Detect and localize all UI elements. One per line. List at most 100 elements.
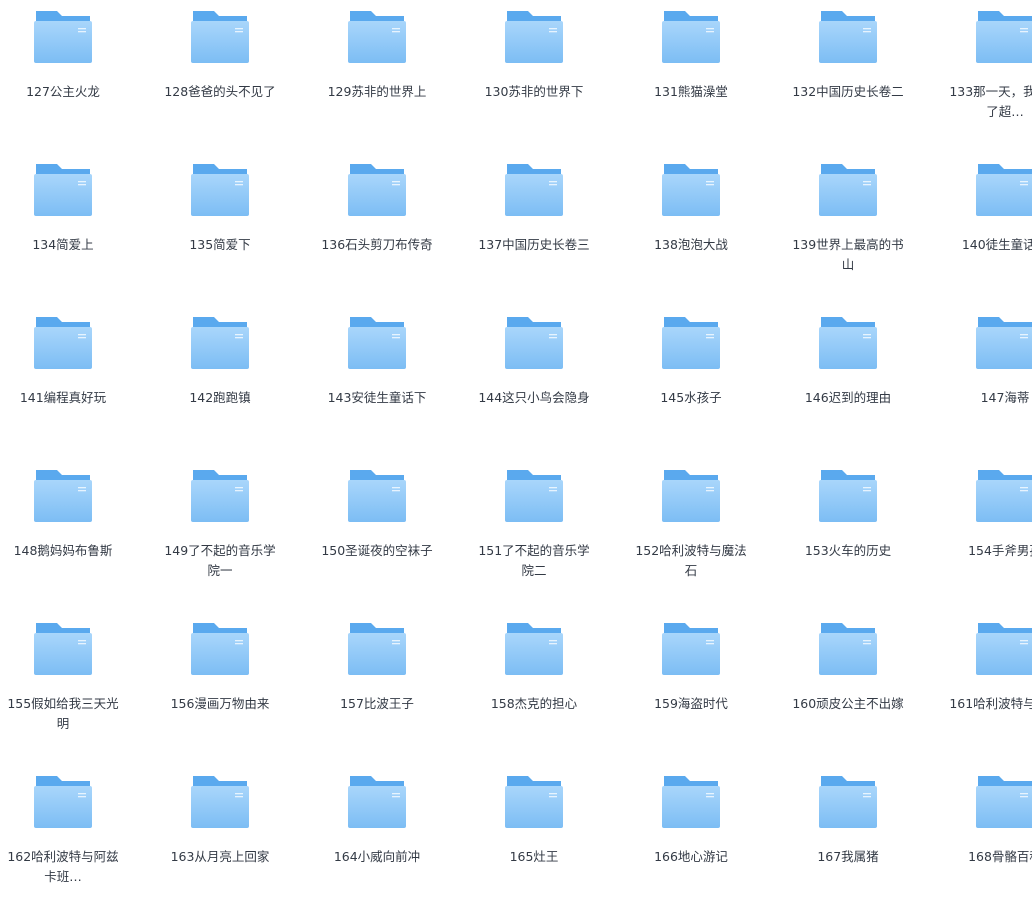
folder-item[interactable]: 155假如给我三天光明 bbox=[0, 612, 128, 752]
folder-icon bbox=[34, 162, 92, 216]
folder-label: 156漫画万物由来 bbox=[170, 696, 270, 711]
folder-item[interactable]: 138泡泡大战 bbox=[626, 153, 756, 293]
folder-item[interactable]: 139世界上最高的书山 bbox=[783, 153, 913, 293]
folder-label: 129苏非的世界上 bbox=[327, 84, 427, 99]
folder-label: 146迟到的理由 bbox=[804, 390, 892, 405]
folder-label: 155假如给我三天光明 bbox=[7, 696, 119, 731]
folder-icon bbox=[819, 315, 877, 369]
folder-item[interactable]: 165灶王 bbox=[469, 765, 599, 905]
folder-label: 163从月亮上回家 bbox=[170, 849, 270, 864]
folder-icon bbox=[348, 9, 406, 63]
folder-item[interactable]: 140徒生童话上 bbox=[940, 153, 1032, 293]
folder-icon bbox=[191, 468, 249, 522]
folder-item[interactable]: 153火车的历史 bbox=[783, 459, 913, 599]
folder-icon bbox=[191, 774, 249, 828]
folder-item[interactable]: 164小威向前冲 bbox=[312, 765, 442, 905]
folder-icon bbox=[976, 774, 1032, 828]
folder-item[interactable]: 151了不起的音乐学院二 bbox=[469, 459, 599, 599]
folder-item[interactable]: 150圣诞夜的空袜子 bbox=[312, 459, 442, 599]
folder-label: 133那一天，我失去了超… bbox=[949, 84, 1032, 119]
folder-item[interactable]: 166地心游记 bbox=[626, 765, 756, 905]
folder-icon bbox=[191, 315, 249, 369]
folder-item[interactable]: 163从月亮上回家 bbox=[155, 765, 285, 905]
folder-label: 138泡泡大战 bbox=[654, 237, 728, 252]
folder-item[interactable]: 137中国历史长卷三 bbox=[469, 153, 599, 293]
folder-item[interactable]: 129苏非的世界上 bbox=[312, 0, 442, 140]
folder-icon bbox=[662, 468, 720, 522]
folder-label: 139世界上最高的书山 bbox=[792, 237, 904, 272]
folder-icon bbox=[505, 774, 563, 828]
folder-icon bbox=[662, 162, 720, 216]
folder-icon bbox=[819, 468, 877, 522]
folder-item[interactable]: 135简爱下 bbox=[155, 153, 285, 293]
folder-label: 160顽皮公主不出嫁 bbox=[792, 696, 904, 711]
folder-item[interactable]: 160顽皮公主不出嫁 bbox=[783, 612, 913, 752]
folder-icon bbox=[34, 468, 92, 522]
folder-item[interactable]: 158杰克的担心 bbox=[469, 612, 599, 752]
folder-icon bbox=[505, 468, 563, 522]
folder-label: 143安徒生童话下 bbox=[327, 390, 427, 405]
folder-item[interactable]: 130苏非的世界下 bbox=[469, 0, 599, 140]
folder-label: 142跑跑镇 bbox=[189, 390, 251, 405]
folder-item[interactable]: 168骨骼百科 bbox=[940, 765, 1032, 905]
folder-item[interactable]: 156漫画万物由来 bbox=[155, 612, 285, 752]
folder-icon bbox=[348, 621, 406, 675]
folder-label: 164小威向前冲 bbox=[333, 849, 421, 864]
folder-icon bbox=[505, 315, 563, 369]
folder-item[interactable]: 145水孩子 bbox=[626, 306, 756, 446]
folder-icon bbox=[34, 774, 92, 828]
folder-item[interactable]: 154手斧男孩 bbox=[940, 459, 1032, 599]
folder-icon bbox=[662, 774, 720, 828]
folder-item[interactable]: 162哈利波特与阿兹卡班… bbox=[0, 765, 128, 905]
folder-label: 147海蒂 bbox=[980, 390, 1030, 405]
folder-item[interactable]: 131熊猫澡堂 bbox=[626, 0, 756, 140]
folder-item[interactable]: 142跑跑镇 bbox=[155, 306, 285, 446]
folder-item[interactable]: 167我属猪 bbox=[783, 765, 913, 905]
folder-icon bbox=[505, 621, 563, 675]
folder-item[interactable]: 144这只小鸟会隐身 bbox=[469, 306, 599, 446]
folder-label: 150圣诞夜的空袜子 bbox=[321, 543, 433, 558]
folder-item[interactable]: 143安徒生童话下 bbox=[312, 306, 442, 446]
folder-icon bbox=[191, 162, 249, 216]
folder-item[interactable]: 146迟到的理由 bbox=[783, 306, 913, 446]
folder-item[interactable]: 157比波王子 bbox=[312, 612, 442, 752]
folder-label: 148鹅妈妈布鲁斯 bbox=[13, 543, 113, 558]
folder-label: 145水孩子 bbox=[660, 390, 722, 405]
folder-icon bbox=[348, 162, 406, 216]
folder-label: 154手斧男孩 bbox=[968, 543, 1032, 558]
folder-label: 137中国历史长卷三 bbox=[478, 237, 590, 252]
folder-grid: 127公主火龙 128爸爸的头不见了 129苏非的世界上 130苏非的世界下 1… bbox=[0, 0, 1032, 888]
folder-label: 158杰克的担心 bbox=[490, 696, 578, 711]
folder-item[interactable]: 132中国历史长卷二 bbox=[783, 0, 913, 140]
folder-item[interactable]: 134简爱上 bbox=[0, 153, 128, 293]
folder-item[interactable]: 148鹅妈妈布鲁斯 bbox=[0, 459, 128, 599]
folder-label: 131熊猫澡堂 bbox=[654, 84, 728, 99]
folder-label: 167我属猪 bbox=[817, 849, 879, 864]
folder-icon bbox=[34, 315, 92, 369]
folder-item[interactable]: 128爸爸的头不见了 bbox=[155, 0, 285, 140]
folder-label: 128爸爸的头不见了 bbox=[164, 84, 276, 99]
folder-label: 135简爱下 bbox=[189, 237, 251, 252]
folder-item[interactable]: 133那一天，我失去了超… bbox=[940, 0, 1032, 140]
folder-icon bbox=[976, 9, 1032, 63]
folder-item[interactable]: 127公主火龙 bbox=[0, 0, 128, 140]
folder-label: 165灶王 bbox=[509, 849, 559, 864]
folder-label: 141编程真好玩 bbox=[19, 390, 107, 405]
folder-icon bbox=[348, 468, 406, 522]
folder-item[interactable]: 149了不起的音乐学院一 bbox=[155, 459, 285, 599]
folder-icon bbox=[505, 162, 563, 216]
folder-item[interactable]: 159海盗时代 bbox=[626, 612, 756, 752]
folder-icon bbox=[976, 315, 1032, 369]
folder-item[interactable]: 161哈利波特与密室 bbox=[940, 612, 1032, 752]
folder-label: 166地心游记 bbox=[654, 849, 728, 864]
folder-icon bbox=[662, 9, 720, 63]
folder-item[interactable]: 147海蒂 bbox=[940, 306, 1032, 446]
folder-item[interactable]: 141编程真好玩 bbox=[0, 306, 128, 446]
folder-icon bbox=[976, 621, 1032, 675]
folder-item[interactable]: 136石头剪刀布传奇 bbox=[312, 153, 442, 293]
folder-label: 140徒生童话上 bbox=[961, 237, 1032, 252]
folder-item[interactable]: 152哈利波特与魔法石 bbox=[626, 459, 756, 599]
folder-icon bbox=[348, 315, 406, 369]
folder-label: 162哈利波特与阿兹卡班… bbox=[7, 849, 119, 884]
folder-label: 151了不起的音乐学院二 bbox=[478, 543, 590, 578]
